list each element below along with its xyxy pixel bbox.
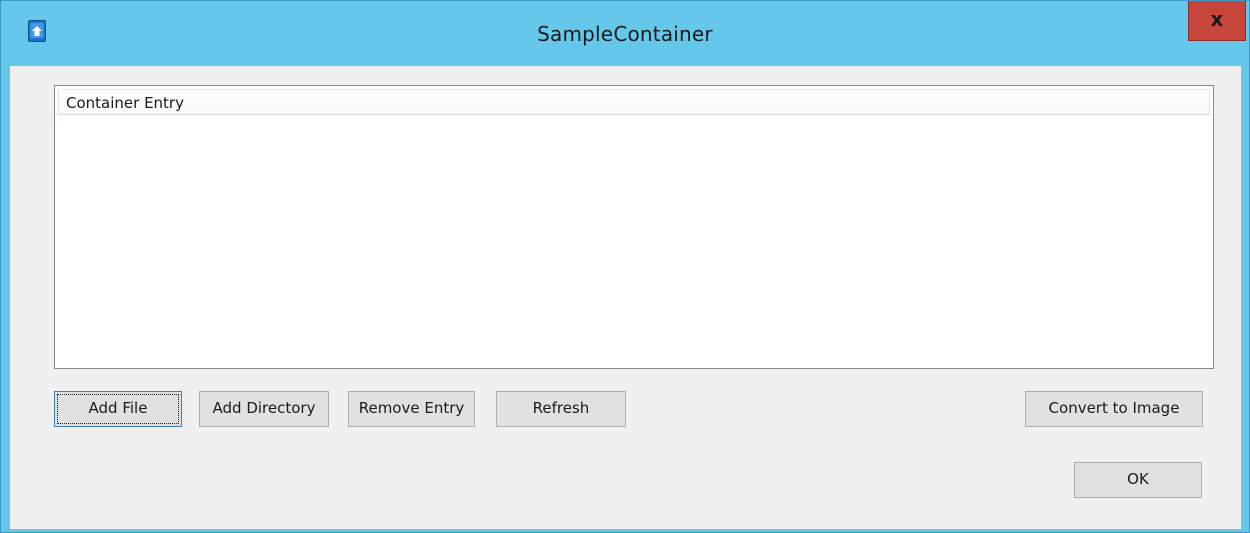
remove-entry-button[interactable]: Remove Entry <box>348 391 475 427</box>
close-icon: x <box>1210 7 1224 31</box>
window-title: SampleContainer <box>537 22 713 46</box>
container-entry-list[interactable]: Container Entry <box>54 85 1214 369</box>
title-bar[interactable]: SampleContainer x <box>1 1 1249 57</box>
convert-to-image-button[interactable]: Convert to Image <box>1025 391 1203 427</box>
ok-button[interactable]: OK <box>1074 462 1202 498</box>
refresh-button[interactable]: Refresh <box>496 391 626 427</box>
dialog-client-area: Container Entry Add File Add Directory R… <box>10 66 1241 529</box>
ok-label: OK <box>1127 470 1149 488</box>
remove-entry-label: Remove Entry <box>358 399 465 417</box>
close-button[interactable]: x <box>1188 1 1246 41</box>
focus-indicator <box>57 394 179 424</box>
column-header-label: Container Entry <box>66 94 184 112</box>
list-column-header[interactable]: Container Entry <box>58 89 1210 115</box>
refresh-label: Refresh <box>532 399 590 417</box>
convert-to-image-label: Convert to Image <box>1048 399 1180 417</box>
add-directory-label: Add Directory <box>212 399 316 417</box>
dialog-window: SampleContainer x Container Entry Add Fi… <box>0 0 1250 533</box>
add-directory-button[interactable]: Add Directory <box>199 391 329 427</box>
add-file-button[interactable]: Add File <box>54 391 182 427</box>
